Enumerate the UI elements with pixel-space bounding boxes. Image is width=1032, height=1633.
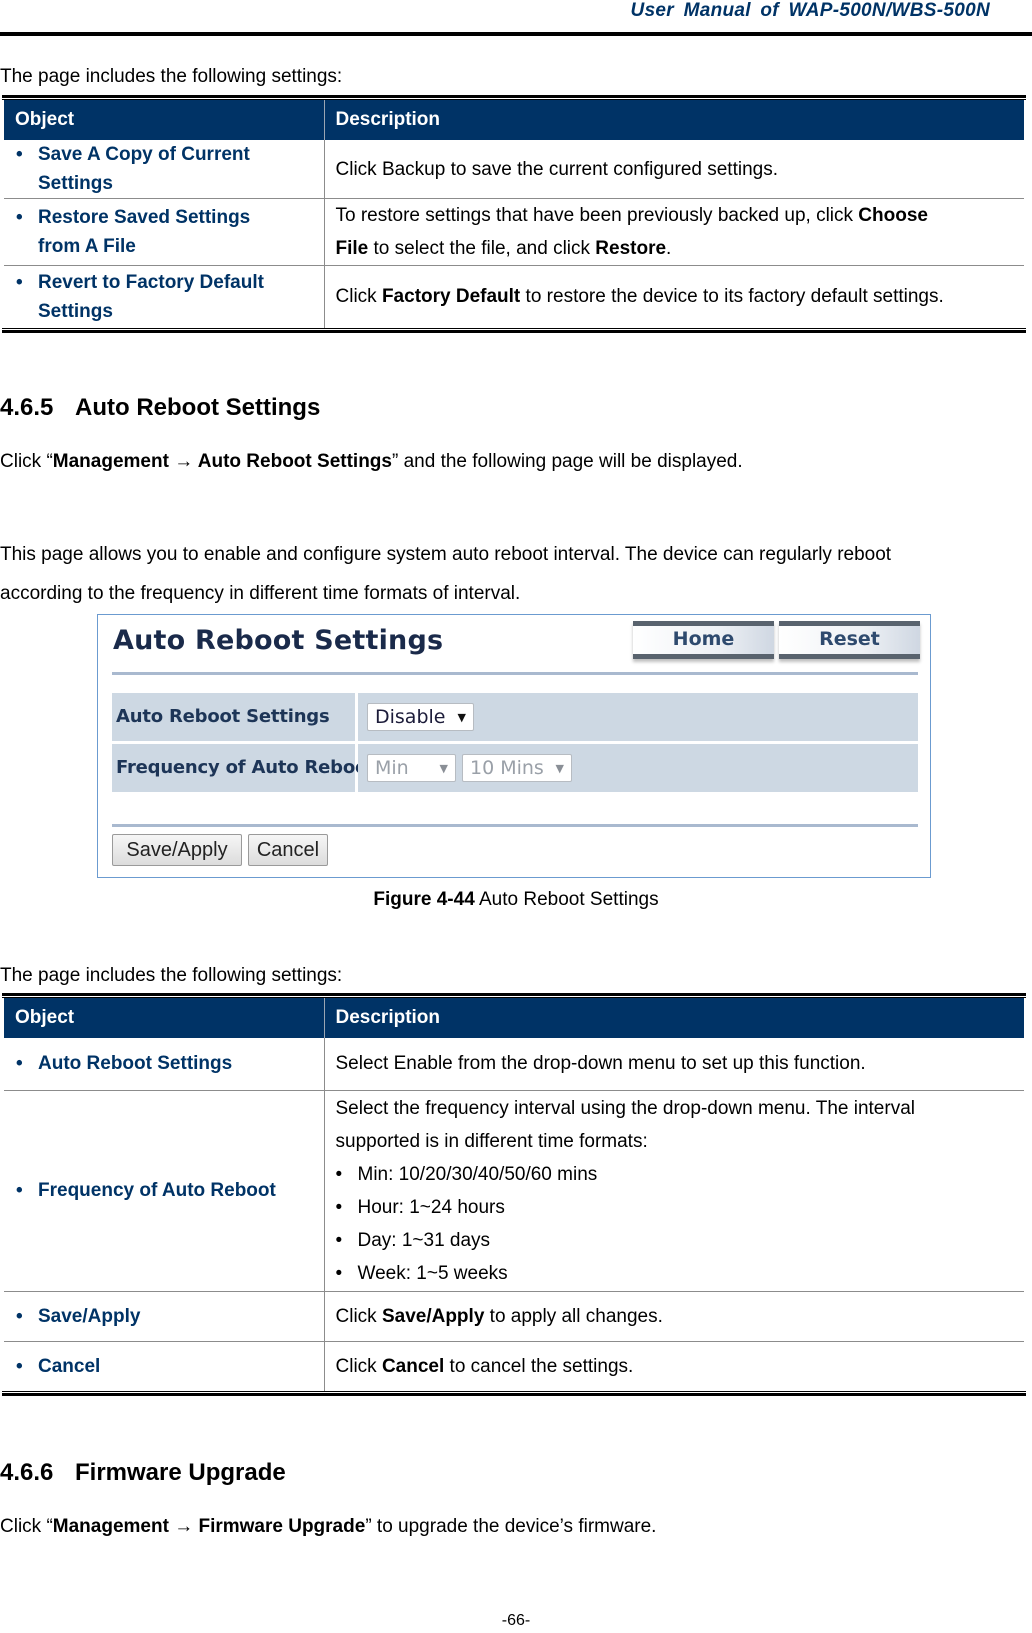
- page-number: -66-: [501, 1612, 531, 1629]
- description-cell: To restore settings that have been previ…: [324, 198, 1024, 266]
- table-row: • Frequency of Auto Reboot Select the fre…: [4, 1089, 1024, 1291]
- auto-reboot-settings-label: Auto Reboot Settings: [112, 693, 355, 741]
- description-cell: Click Cancel to cancel the settings.: [324, 1340, 1024, 1391]
- bullet-icon: •: [16, 1305, 23, 1327]
- table-intro-text: The page includes the following settings…: [0, 66, 343, 87]
- save-apply-button[interactable]: Save/Apply: [112, 834, 242, 866]
- auto-reboot-select[interactable]: Disable ▼: [367, 703, 474, 731]
- bullet-icon: •: [335, 1196, 343, 1218]
- reset-button[interactable]: Reset: [779, 621, 920, 659]
- auto-reboot-table: Object Description • Auto Reboot Settings…: [0, 993, 1026, 1396]
- auto-reboot-settings-figure: Auto Reboot Settings Home Reset Auto Reb…: [97, 614, 931, 878]
- manual-title: User Manual of WAP-500N/WBS-500N: [630, 0, 990, 21]
- cancel-button[interactable]: Cancel: [248, 834, 328, 866]
- list-item: • Week: 1~5 weeks: [336, 1257, 1015, 1290]
- dropdown-arrow-icon: ▼: [439, 761, 448, 775]
- section-description-line1: This page allows you to enable and confi…: [0, 544, 892, 565]
- bullet-icon: •: [16, 1180, 23, 1201]
- section-heading-firmware-upgrade: 4.6.6 Firmware Upgrade: [0, 1459, 286, 1486]
- table-row: • Revert to Factory Default Settings Clic…: [4, 265, 1024, 328]
- frequency-row: Frequency of Auto Reboot Min ▼ 10 Mins ▼: [112, 744, 918, 792]
- bullet-icon: •: [16, 1053, 23, 1075]
- object-cell: • Save/Apply: [4, 1290, 325, 1341]
- column-header-description: Description: [324, 998, 1024, 1038]
- table-row: • Auto Reboot Settings Select Enable from…: [4, 1038, 1024, 1090]
- column-header-object: Object: [4, 100, 325, 140]
- description-cell: Click Factory Default to restore the dev…: [324, 265, 1024, 328]
- bullet-icon: •: [16, 271, 23, 293]
- navigation-instruction: Click “Management → Firmware Upgrade” to…: [0, 1516, 657, 1537]
- table-intro-text: The page includes the following settings…: [0, 965, 343, 986]
- list-item: • Day: 1~31 days: [336, 1224, 1015, 1257]
- object-cell: • Revert to Factory Default Settings: [4, 265, 325, 328]
- bullet-icon: •: [335, 1163, 343, 1185]
- dropdown-arrow-icon: ▼: [457, 710, 466, 724]
- bullet-icon: •: [16, 1355, 23, 1377]
- table-header-row: Object Description: [4, 998, 1024, 1038]
- panel-divider: [112, 672, 918, 675]
- bullet-icon: •: [335, 1229, 343, 1251]
- description-cell: Select the frequency interval using the …: [324, 1089, 1024, 1291]
- section-description-line2: according to the frequency in different …: [0, 583, 521, 604]
- panel-title: Auto Reboot Settings: [113, 625, 444, 656]
- bullet-icon: •: [16, 207, 23, 228]
- description-cell: Click Backup to save the current configu…: [335, 158, 779, 180]
- table-row: • Save/Apply Click Save/Apply to apply al…: [4, 1290, 1024, 1341]
- interval-options-list: • Min: 10/20/30/40/50/60 mins • Hour: 1~24…: [336, 1158, 1015, 1290]
- description-cell: Click Save/Apply to apply all changes.: [324, 1290, 1024, 1341]
- table-row: • Save A Copy of Current Settings Click B…: [4, 140, 1024, 199]
- frequency-interval-select[interactable]: 10 Mins ▼: [462, 754, 572, 782]
- panel-divider: [112, 824, 918, 827]
- description-cell: Select Enable from the drop-down menu to…: [335, 1053, 866, 1075]
- figure-caption: Figure 4-44 Auto Reboot Settings: [373, 889, 659, 910]
- home-button[interactable]: Home: [633, 621, 774, 659]
- table-row: • Cancel Click Cancel to cancel the setti…: [4, 1340, 1024, 1391]
- object-cell: • Frequency of Auto Reboot: [4, 1089, 325, 1291]
- column-header-description: Description: [324, 100, 1024, 140]
- section-heading-auto-reboot: 4.6.5 Auto Reboot Settings: [0, 394, 321, 421]
- object-cell: • Restore Saved Settings from A File: [4, 198, 325, 266]
- frequency-unit-select[interactable]: Min ▼: [367, 754, 456, 782]
- dropdown-arrow-icon: ▼: [555, 761, 564, 775]
- settings-table: Object Description • Save A Copy of Curr…: [4, 100, 1024, 328]
- object-cell: • Save A Copy of Current Settings: [4, 140, 325, 199]
- table-row: • Restore Saved Settings from A File To r…: [4, 198, 1024, 266]
- settings-table: Object Description • Auto Reboot Settings…: [4, 998, 1024, 1391]
- object-cell: • Auto Reboot Settings: [4, 1038, 325, 1090]
- list-item: • Hour: 1~24 hours: [336, 1191, 1015, 1224]
- bullet-icon: •: [16, 144, 23, 165]
- object-cell: • Cancel: [4, 1340, 325, 1391]
- table-bottom-rule: [2, 327, 1026, 333]
- document-header: User Manual of WAP-500N/WBS-500N: [0, 0, 1032, 36]
- list-item: • Min: 10/20/30/40/50/60 mins: [336, 1158, 1015, 1191]
- table-header-row: Object Description: [4, 100, 1024, 140]
- frequency-label: Frequency of Auto Reboot: [112, 744, 376, 792]
- navigation-instruction: Click “Management → Auto Reboot Settings…: [0, 451, 743, 472]
- column-header-object: Object: [4, 998, 325, 1038]
- bullet-icon: •: [335, 1262, 343, 1284]
- auto-reboot-settings-row: Auto Reboot Settings Disable ▼: [112, 693, 918, 741]
- table-bottom-rule: [2, 1391, 1026, 1396]
- backup-restore-table: Object Description • Save A Copy of Curr…: [0, 95, 1026, 333]
